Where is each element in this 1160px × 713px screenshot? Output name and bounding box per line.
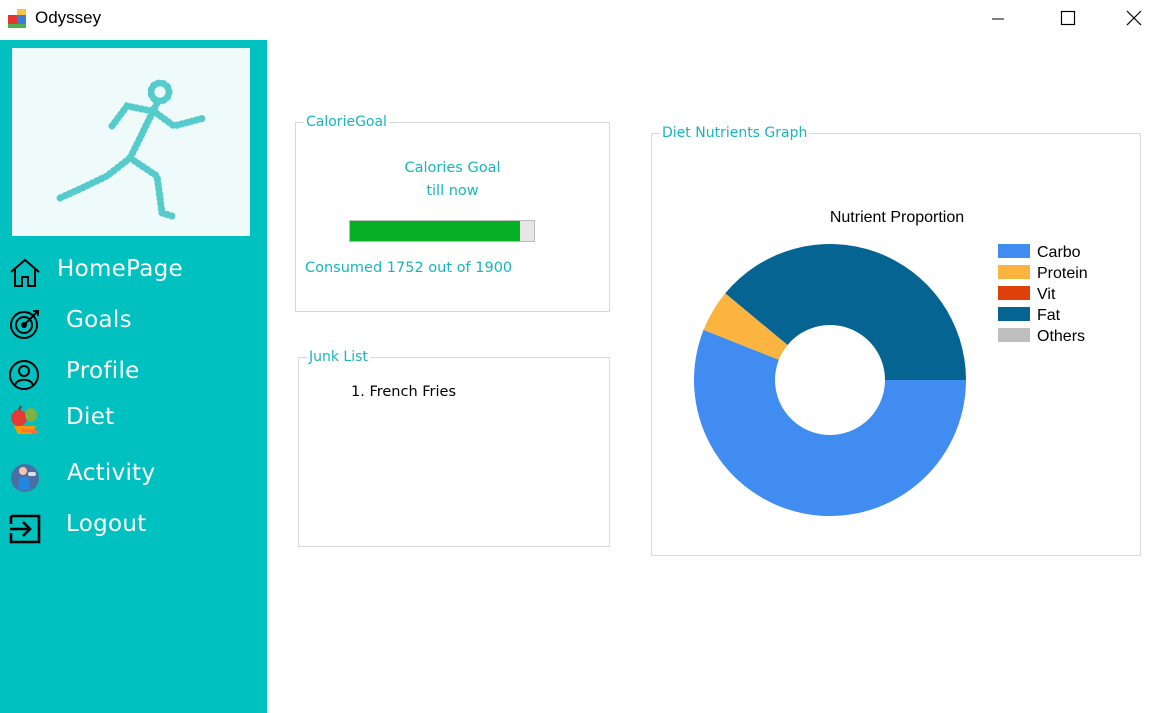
window-title: Odyssey: [35, 8, 102, 27]
sidebar: HomePage Goals Profile Diet Activity Log…: [0, 40, 267, 713]
sidebar-item-diet[interactable]: Diet: [0, 398, 267, 444]
minimize-icon: [992, 18, 1004, 20]
sidebar-item-profile[interactable]: Profile: [0, 352, 267, 398]
legend-label-fat: Fat: [1037, 307, 1061, 324]
logout-icon: [9, 514, 41, 544]
legend-swatch-others: [998, 328, 1030, 342]
sidebar-item-label: Diet: [66, 404, 115, 430]
legend-label-vit: Vit: [1037, 286, 1056, 303]
close-button[interactable]: [1108, 0, 1160, 36]
junk-list-group: Junk List 1. French Fries: [298, 349, 610, 547]
sidebar-item-label: Goals: [66, 307, 132, 333]
activity-icon: [11, 464, 39, 492]
calorie-progress-bar: [349, 220, 535, 242]
legend-label-others: Others: [1037, 328, 1085, 345]
title-bar: Odyssey: [0, 0, 1160, 40]
calories-goal-caption: Calories Goal till now: [296, 157, 609, 203]
sidebar-item-label: HomePage: [57, 256, 184, 282]
home-icon: [10, 258, 40, 287]
runner-logo: [12, 48, 250, 236]
calorie-goal-title: CalorieGoal: [304, 114, 389, 130]
legend-swatch-carbo: [998, 244, 1030, 258]
sidebar-item-goals[interactable]: Goals: [0, 301, 267, 347]
sidebar-item-label: Profile: [66, 358, 140, 384]
legend-label-protein: Protein: [1037, 265, 1088, 282]
legend-swatch-protein: [998, 265, 1030, 279]
junk-list: 1. French Fries: [351, 384, 456, 400]
chart-title: Nutrient Proportion: [830, 209, 964, 226]
close-icon: [1126, 10, 1142, 26]
legend-label-carbo: Carbo: [1037, 244, 1081, 261]
sidebar-item-activity[interactable]: Activity: [0, 454, 267, 500]
diet-graph-group: Diet Nutrients Graph Nutrient Proportion…: [651, 125, 1141, 556]
maximize-icon: [1060, 10, 1076, 26]
consumed-text: Consumed 1752 out of 1900: [305, 260, 513, 276]
runner-illustration: [56, 79, 208, 220]
junk-list-title: Junk List: [307, 349, 370, 365]
legend-swatch-fat: [998, 307, 1030, 321]
sidebar-item-label: Logout: [66, 511, 147, 537]
calorie-progress-fill: [350, 221, 520, 241]
nutrient-donut-chart: Nutrient Proportion Carbo Protein Vit Fat Ot…: [694, 209, 1088, 516]
calorie-goal-group: CalorieGoal Calories Goal till now Consu…: [295, 114, 610, 312]
user-icon: [9, 360, 39, 390]
list-item[interactable]: 1. French Fries: [351, 384, 456, 400]
sidebar-item-label: Activity: [67, 460, 156, 486]
calories-goal-line2: till now: [426, 183, 479, 199]
sidebar-item-logout[interactable]: Logout: [0, 505, 267, 551]
legend-swatch-vit: [998, 286, 1030, 300]
sidebar-item-homepage[interactable]: HomePage: [0, 250, 267, 296]
minimize-button[interactable]: [968, 0, 1028, 36]
maximize-button[interactable]: [1038, 0, 1098, 36]
app-icon: [8, 9, 26, 28]
target-icon: [10, 310, 39, 339]
food-icon: [11, 405, 39, 434]
calories-goal-line1: Calories Goal: [404, 160, 501, 176]
